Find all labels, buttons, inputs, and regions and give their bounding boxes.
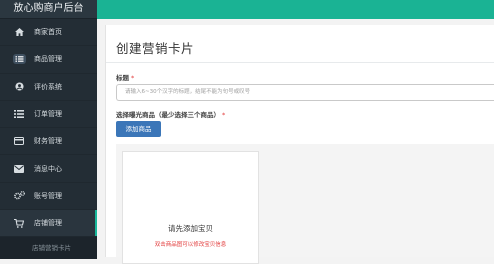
sidebar-item-messages[interactable]: 消息中心 [0,155,97,183]
product-gallery: 请先添加宝贝 双击商品图可以修改宝贝信息 [116,144,494,264]
required-mark: * [222,111,226,119]
app-title: 放心购商户后台 [0,0,97,19]
products-label-text: 选择曝光商品（最少选择三个商品） [116,111,220,119]
sidebar-item-label: 店铺管理 [34,219,62,228]
sidebar-item-label: 商品管理 [34,55,62,64]
sidebar-item-orders[interactable]: 订单管理 [0,101,97,129]
sidebar-item-account[interactable]: 账号管理 [0,183,97,211]
list-icon [12,54,26,65]
sidebar-item-products[interactable]: 商品管理 [0,46,97,74]
add-product-button[interactable]: 添加商品 [116,121,161,137]
sidebar-subitem-marketing-card[interactable]: 店铺营销卡片 [0,237,97,260]
list-icon [12,109,26,119]
sidebar-item-label: 消息中心 [34,164,62,173]
sidebar-item-home[interactable]: 商家首页 [0,19,97,47]
required-mark: * [131,74,135,82]
envelope-icon [12,164,26,174]
top-bar [97,0,494,19]
main-content: 创建营销卡片 标题 * 请输入6~30个汉字的标题，结尾不能为句号或叹号 选择曝光… [105,25,494,264]
sidebar-item-store[interactable]: 店铺管理 [0,210,97,238]
products-field-label: 选择曝光商品（最少选择三个商品） * [116,109,225,119]
sidebar-item-finance[interactable]: 财务管理 [0,128,97,156]
title-input[interactable]: 请输入6~30个汉字的标题，结尾不能为句号或叹号 [116,84,494,101]
card-hint-text: 双击商品图可以修改宝贝信息 [154,242,227,248]
credit-card-icon [12,136,26,146]
title-label-text: 标题 [116,74,129,82]
card-empty-text: 请先添加宝贝 [168,224,213,233]
user-circle-icon [12,82,26,92]
sidebar-item-reviews[interactable]: 评价系统 [0,74,97,101]
page-title: 创建营销卡片 [116,41,195,56]
sidebar-nav: 商家首页 商品管理 评价系统 订单管理 财务管理 消息中心 账号管理 店铺管理 [0,19,97,238]
home-icon [12,27,26,37]
sidebar-item-label: 账号管理 [34,191,62,200]
title-divider [106,62,494,63]
sidebar-item-label: 订单管理 [34,110,62,119]
sidebar-item-label: 财务管理 [34,137,62,146]
sidebar: 放心购商户后台 商家首页 商品管理 评价系统 订单管理 财务管理 消息中心 账号… [0,0,97,260]
title-field-label: 标题 * [116,72,134,82]
sidebar-item-label: 商家首页 [34,28,62,37]
gears-icon [12,191,26,201]
product-card-placeholder[interactable]: 请先添加宝贝 双击商品图可以修改宝贝信息 [122,151,259,264]
sidebar-item-label: 评价系统 [34,82,62,91]
cart-icon [12,218,26,228]
